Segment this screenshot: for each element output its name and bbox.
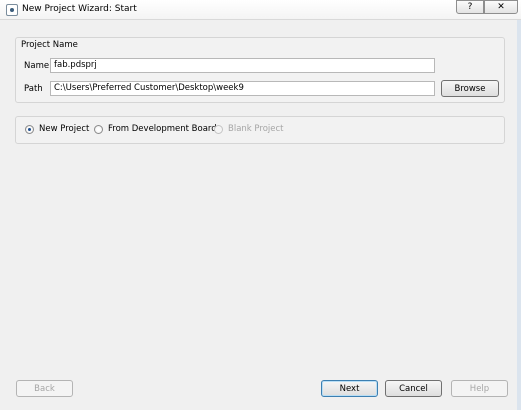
back-button: Back <box>16 380 73 397</box>
radio-new-project[interactable]: New Project <box>25 124 89 134</box>
browse-button[interactable]: Browse <box>441 80 499 97</box>
cancel-button[interactable]: Cancel <box>385 380 442 397</box>
wizard-app-icon <box>6 4 18 16</box>
window-title: New Project Wizard: Start <box>22 4 137 14</box>
radio-button-checked[interactable] <box>25 124 34 134</box>
help-caption-button[interactable]: ? <box>456 0 484 14</box>
radio-button[interactable] <box>94 124 103 134</box>
window-edge <box>517 20 521 410</box>
help-icon: ? <box>467 2 473 12</box>
radio-blank-project-label: Blank Project <box>228 124 284 134</box>
project-name-field[interactable]: fab.pdsprj <box>50 58 435 73</box>
close-window-button[interactable]: ✕ <box>484 0 518 14</box>
radio-blank-project: Blank Project <box>214 124 284 134</box>
radio-from-development-board[interactable]: From Development Board <box>94 124 217 134</box>
path-label: Path <box>24 84 43 94</box>
radio-new-project-label: New Project <box>39 124 90 134</box>
help-button: Help <box>451 380 508 397</box>
radio-button-disabled <box>214 124 223 134</box>
project-name-group-title: Project Name <box>21 40 78 50</box>
radio-dev-board-label: From Development Board <box>108 124 217 134</box>
close-icon: ✕ <box>497 2 505 12</box>
name-label: Name <box>24 61 50 71</box>
project-path-field[interactable]: C:\Users\Preferred Customer\Desktop\week… <box>50 81 435 96</box>
next-button[interactable]: Next <box>321 380 378 397</box>
